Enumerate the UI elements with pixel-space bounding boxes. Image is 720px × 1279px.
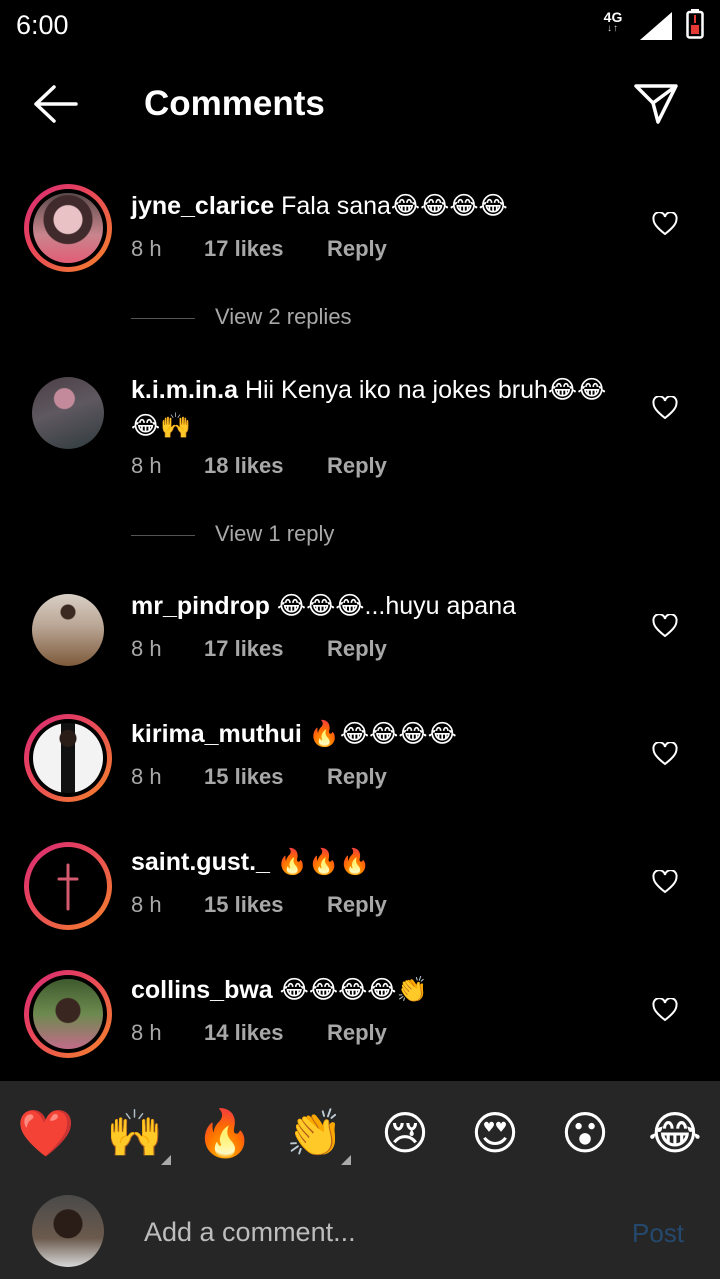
avatar[interactable] <box>24 842 112 930</box>
skin-tone-indicator-icon <box>161 1155 171 1165</box>
comment-likes[interactable]: 17 likes <box>204 236 284 262</box>
comment-username[interactable]: saint.gust._ <box>131 848 270 876</box>
avatar[interactable] <box>24 714 112 802</box>
emoji-clapping-hands[interactable]: 👏 <box>285 1103 345 1163</box>
comment-likes[interactable]: 14 likes <box>204 1020 284 1046</box>
skin-tone-indicator-icon <box>341 1155 351 1165</box>
view-replies-label[interactable]: View 1 reply <box>215 521 334 547</box>
network-arrows: ↓↑ <box>607 23 619 34</box>
header: Comments <box>0 62 720 146</box>
heart-icon[interactable] <box>652 396 678 420</box>
avatar[interactable] <box>24 970 112 1058</box>
emoji-heart[interactable]: ❤️ <box>16 1103 76 1163</box>
comment-username[interactable]: mr_pindrop <box>131 592 270 620</box>
comment-text: Fala sana😂😂😂😂 <box>281 192 508 220</box>
emoji-fire[interactable]: 🔥 <box>195 1103 255 1163</box>
reply-button[interactable]: Reply <box>327 764 387 790</box>
view-replies[interactable]: View 2 replies <box>131 304 531 334</box>
status-bar: 6:00 4G ↓↑ <box>0 0 720 52</box>
status-time: 6:00 <box>16 10 69 40</box>
comment-likes[interactable]: 18 likes <box>204 453 284 479</box>
reply-button[interactable]: Reply <box>327 453 387 479</box>
comment-time: 8 h <box>131 1020 162 1045</box>
cross-icon <box>57 863 79 911</box>
reply-button[interactable]: Reply <box>327 636 387 662</box>
emoji-open-mouth[interactable]: 😮 <box>555 1103 615 1163</box>
reply-button[interactable]: Reply <box>327 1020 387 1046</box>
heart-icon[interactable] <box>652 742 678 766</box>
comment-time: 8 h <box>131 636 162 661</box>
view-replies[interactable]: View 1 reply <box>131 521 531 551</box>
heart-icon[interactable] <box>652 614 678 638</box>
comment-time: 8 h <box>131 892 162 917</box>
signal-icon <box>640 12 672 40</box>
comment-username[interactable]: k.i.m.in.a <box>131 376 238 404</box>
emoji-crying-face[interactable]: 😢 <box>375 1103 435 1163</box>
comment-likes[interactable]: 15 likes <box>204 892 284 918</box>
direct-message-icon[interactable] <box>632 82 680 126</box>
view-replies-label[interactable]: View 2 replies <box>215 304 352 330</box>
comment-text: 😂😂😂😂👏 <box>279 976 428 1004</box>
heart-icon[interactable] <box>652 998 678 1022</box>
comment-input[interactable] <box>144 1212 604 1252</box>
heart-icon[interactable] <box>652 212 678 236</box>
comment-username[interactable]: collins_bwa <box>131 976 273 1004</box>
emoji-raised-hands[interactable]: 🙌 <box>105 1103 165 1163</box>
comment-username[interactable]: jyne_clarice <box>131 192 274 220</box>
emoji-heart-eyes[interactable]: 😍 <box>465 1103 525 1163</box>
comment-text: 🔥🔥🔥 <box>276 848 371 876</box>
comment-time: 8 h <box>131 236 162 261</box>
emoji-tears-of-joy[interactable]: 😂 <box>645 1103 705 1163</box>
avatar[interactable] <box>32 377 104 449</box>
network-indicator: 4G ↓↑ <box>600 10 626 34</box>
comment-time: 8 h <box>131 764 162 789</box>
heart-icon[interactable] <box>652 870 678 894</box>
comment-likes[interactable]: 15 likes <box>204 764 284 790</box>
comment-username[interactable]: kirima_muthui <box>131 720 302 748</box>
comment-likes[interactable]: 17 likes <box>204 636 284 662</box>
comment-text: 😂😂😂...huyu apana <box>276 592 517 620</box>
comment-time: 8 h <box>131 453 162 478</box>
battery-icon <box>686 9 704 39</box>
reply-button[interactable]: Reply <box>327 236 387 262</box>
page-title: Comments <box>144 84 325 123</box>
back-arrow-icon[interactable] <box>32 84 80 124</box>
comment-text: 🔥😂😂😂😂 <box>308 720 457 748</box>
avatar[interactable] <box>32 594 104 666</box>
post-button[interactable]: Post <box>632 1218 684 1249</box>
reply-button[interactable]: Reply <box>327 892 387 918</box>
avatar[interactable] <box>24 184 112 272</box>
current-user-avatar <box>32 1195 104 1267</box>
